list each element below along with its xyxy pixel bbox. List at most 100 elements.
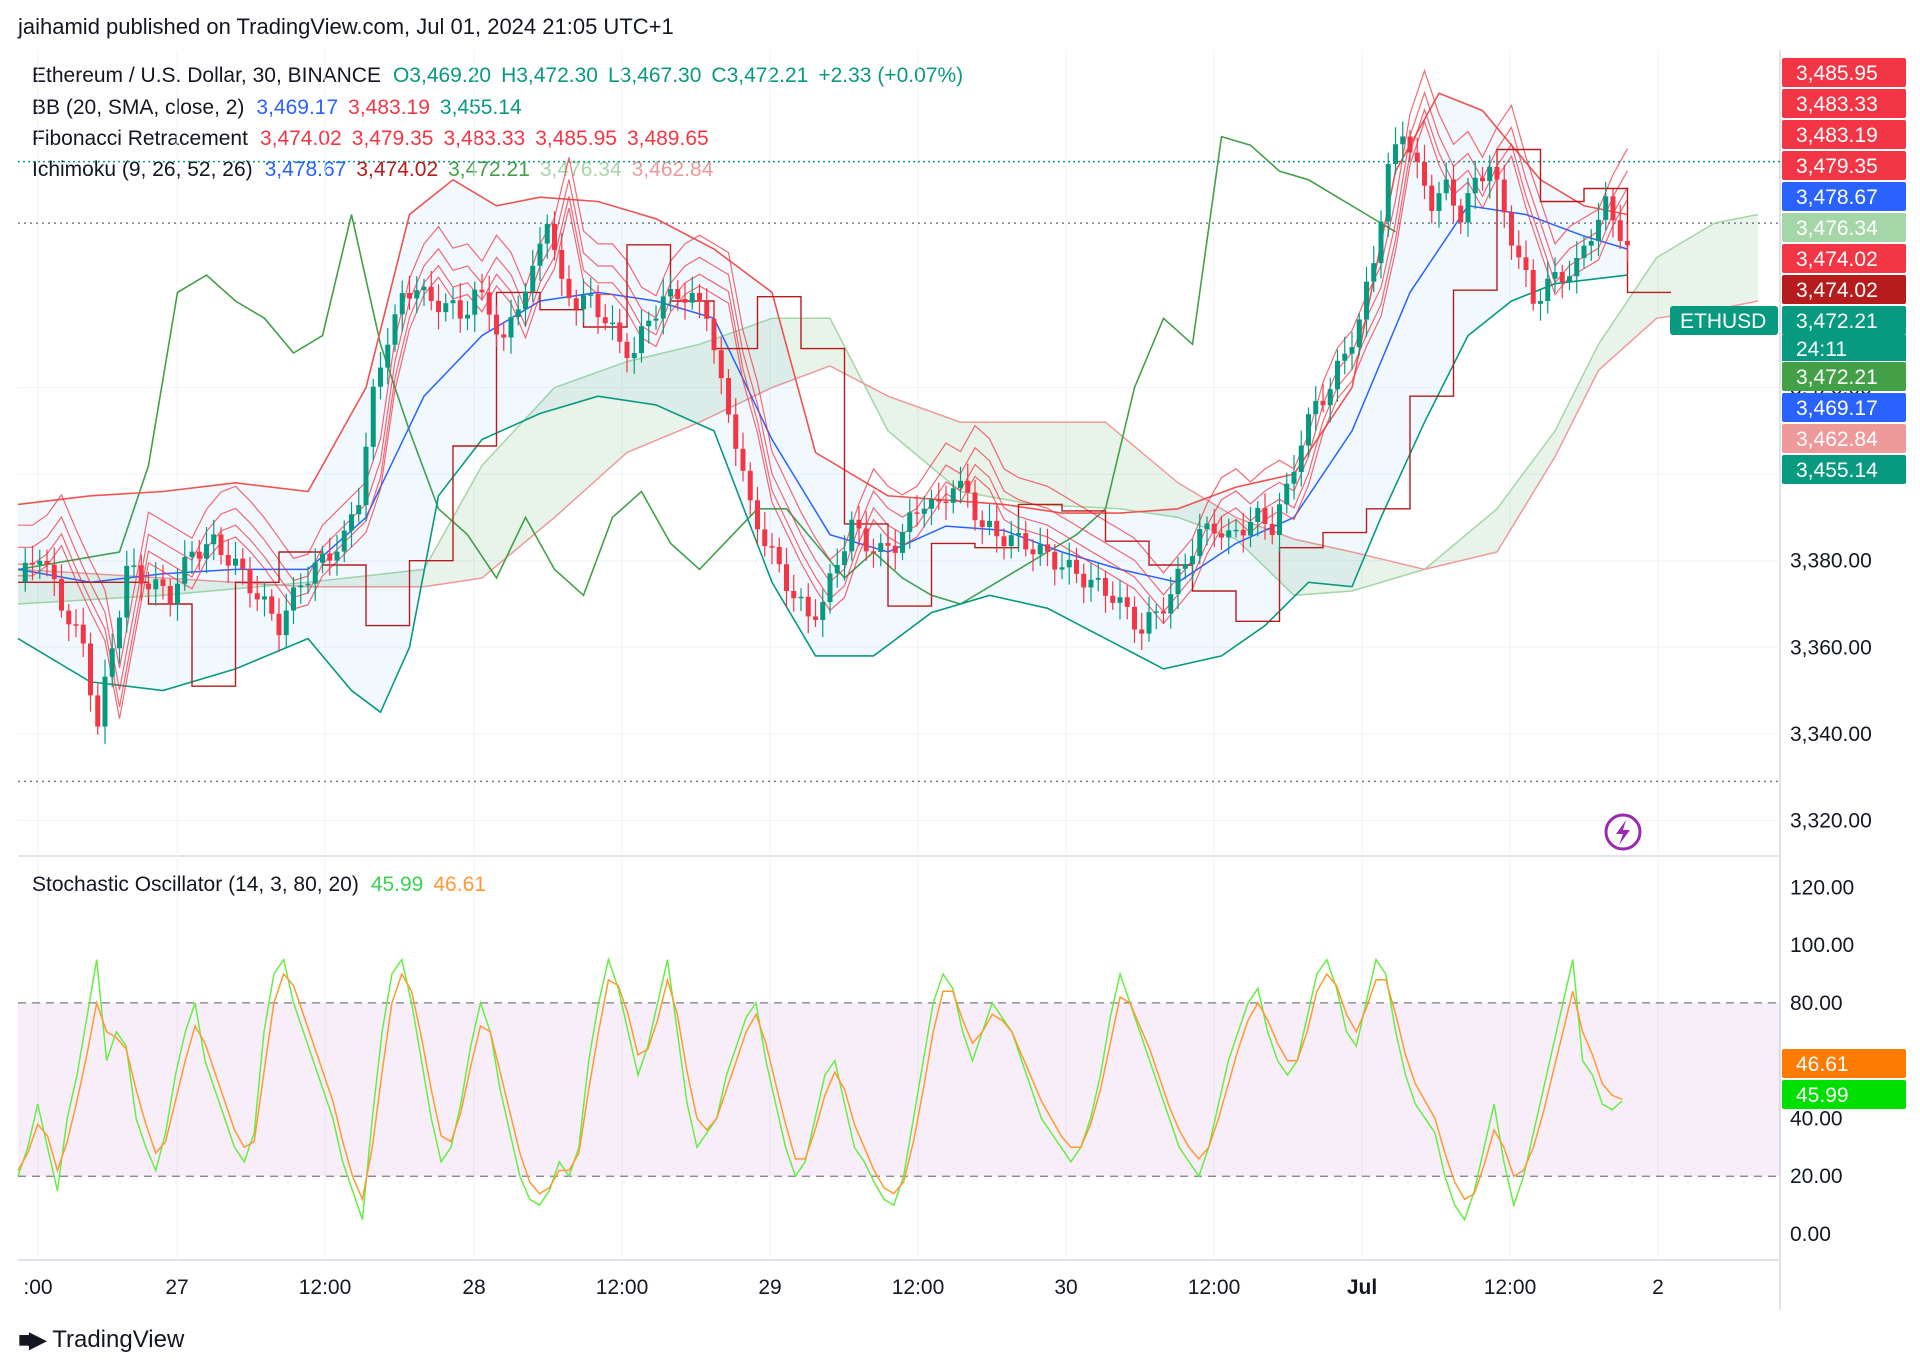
stoch-tag: 45.99 — [1782, 1080, 1906, 1109]
candle-body — [1465, 193, 1471, 223]
candle-body — [1262, 507, 1268, 524]
price-tag-label: 3,476.34 — [1796, 217, 1878, 240]
candle-body — [1451, 179, 1456, 206]
candle-body — [762, 529, 768, 547]
candle-body — [1240, 529, 1246, 536]
candle-body — [80, 624, 86, 644]
candle-body — [1516, 245, 1522, 258]
price-tag-label: 3,483.33 — [1796, 93, 1878, 116]
candle-body — [740, 448, 746, 471]
candle-body — [987, 520, 992, 527]
candle-body — [602, 317, 608, 324]
candle-body — [631, 353, 637, 359]
candle-body — [1226, 530, 1232, 538]
candle-body — [523, 291, 528, 310]
candle-body — [269, 596, 275, 614]
candle-body — [639, 326, 644, 354]
candle-body — [646, 320, 652, 327]
candle-body — [1596, 219, 1601, 242]
price-tag-label: 3,455.14 — [1796, 459, 1878, 482]
candle-body — [711, 318, 717, 351]
candle-body — [44, 560, 50, 565]
candle-body — [356, 505, 362, 515]
price-axis[interactable]: 3,320.003,340.003,360.003,380.003,400.00… — [1790, 377, 1872, 1246]
candle-body — [1190, 556, 1195, 565]
candle-body — [849, 519, 855, 552]
candle-body — [88, 643, 93, 696]
candle-body — [907, 512, 913, 533]
candle-body — [668, 289, 673, 297]
stoch-tick-label: 20.00 — [1790, 1165, 1843, 1188]
candle-body — [428, 286, 434, 301]
candle-body — [885, 543, 891, 546]
symbol-tag-label: ETHUSD — [1680, 310, 1766, 333]
stoch-legend[interactable]: Stochastic Oscillator (14, 3, 80, 20) 45.… — [32, 873, 496, 897]
time-axis[interactable]: :00 27 12:00 28 12:00 29 12:00 30 12:00 Jul 12:00 2 — [23, 1276, 1663, 1299]
candle-body — [958, 480, 963, 489]
candle-body — [1277, 504, 1282, 535]
candle-body — [1523, 257, 1529, 270]
candle-body — [175, 583, 180, 604]
candle-body — [755, 500, 760, 530]
candle-body — [820, 602, 826, 620]
candle-body — [407, 292, 412, 299]
candle-body — [66, 610, 72, 625]
candle-body — [1407, 136, 1413, 153]
candle-body — [479, 289, 485, 293]
candle-body — [59, 579, 64, 611]
candle-body — [950, 488, 956, 503]
candle-body — [1422, 161, 1427, 186]
candle-body — [704, 301, 710, 319]
price-tag: 3,476.34 — [1782, 213, 1906, 242]
candle-body — [1146, 612, 1152, 634]
candle-body — [341, 530, 347, 552]
candle-body — [1081, 573, 1087, 588]
candle-body — [312, 562, 318, 584]
candle-body — [1559, 272, 1565, 282]
candle-body — [102, 676, 108, 727]
price-tag-label: 3,472.21 — [1796, 310, 1878, 333]
price-tag: 3,462.84 — [1782, 424, 1906, 453]
candle-body — [457, 300, 463, 319]
candle-body — [1574, 258, 1580, 277]
candle-body — [189, 551, 195, 558]
candle-body — [1545, 278, 1551, 302]
tradingview-brand[interactable]: ■▶ TradingView — [18, 1326, 184, 1354]
candle-body — [262, 596, 267, 600]
chart-canvas[interactable]: 3,320.003,340.003,360.003,380.003,400.00… — [0, 0, 1920, 1368]
candle-body — [508, 316, 514, 338]
candle-body — [726, 378, 731, 415]
candle-body — [914, 512, 920, 514]
price-tag: 3,479.35 — [1782, 151, 1906, 180]
candle — [95, 683, 101, 735]
candle-body — [225, 554, 231, 566]
candle-body — [1269, 523, 1275, 535]
candle-body — [936, 499, 942, 502]
candle-body — [211, 534, 217, 545]
candle-body — [1037, 544, 1043, 555]
candle-body — [965, 480, 971, 493]
price-tag-label: 3,474.02 — [1796, 248, 1878, 271]
stochastic-pane — [17, 956, 1780, 1222]
candle-body — [1458, 205, 1464, 223]
candle-body — [327, 553, 333, 561]
candle-body — [856, 519, 862, 529]
candle-body — [1364, 281, 1369, 320]
candle-body — [1327, 389, 1333, 406]
candle-body — [399, 292, 405, 315]
candle-body — [675, 289, 681, 299]
candle-body — [124, 565, 130, 618]
candle-body — [1567, 276, 1572, 282]
stoch-tag-label: 45.99 — [1796, 1084, 1849, 1107]
price-tag-label: 3,483.19 — [1796, 124, 1878, 147]
candle-body — [1480, 177, 1485, 182]
tradingview-logo-icon: ■▶ — [18, 1327, 46, 1352]
candle-body — [1298, 445, 1304, 472]
price-tick-label: 3,320.00 — [1790, 809, 1872, 832]
candle-body — [472, 289, 478, 315]
candle-body — [1610, 196, 1616, 221]
candle-body — [1052, 551, 1058, 570]
candle-body — [544, 223, 550, 244]
candle-body — [117, 617, 122, 649]
candle-body — [334, 551, 340, 561]
